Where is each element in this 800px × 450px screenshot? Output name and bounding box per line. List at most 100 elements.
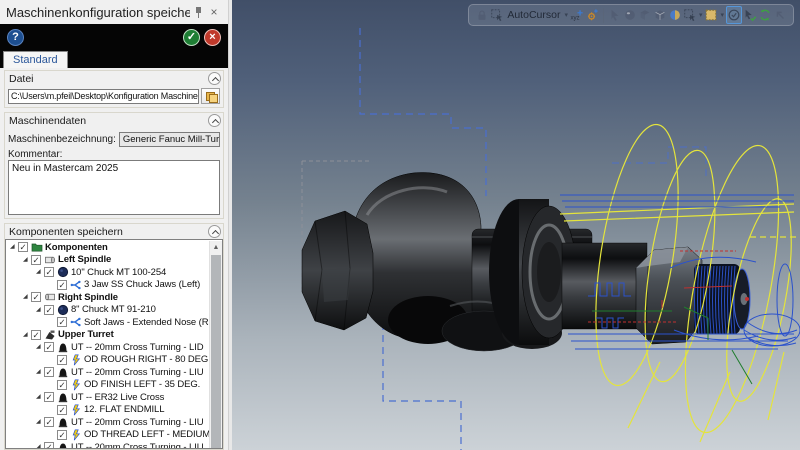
tree-item[interactable]: ✓ OD THREAD LEFT - MEDIUM [6, 429, 209, 442]
expander-icon[interactable]: ◢ [36, 269, 44, 275]
tool-icon [70, 429, 82, 441]
expander-icon[interactable]: ◢ [36, 307, 44, 313]
autocursor-selector[interactable] [490, 6, 504, 24]
tree-item[interactable]: ◢ ✓ 8" Chuck MT 91-210 [6, 304, 209, 317]
tool-icon [70, 354, 82, 366]
tree-item[interactable]: ✓ 12. FLAT ENDMILL [6, 404, 209, 417]
chevron-down-icon[interactable]: ▾ [563, 11, 569, 19]
tool-icon [70, 379, 82, 391]
jaws-icon [70, 279, 82, 291]
chevron-down-icon[interactable]: ▾ [698, 11, 704, 19]
tree-item[interactable]: ◢ ✓ Komponenten [6, 241, 209, 254]
tree-item[interactable]: ◢ ✓ 10" Chuck MT 100-254 [6, 266, 209, 279]
collapse-components-group-button[interactable] [208, 225, 221, 238]
tree-item[interactable]: ✓ OD ROUGH RIGHT - 80 DEG. [6, 354, 209, 367]
tree-checkbox[interactable]: ✓ [57, 354, 67, 365]
lock-icon[interactable] [475, 6, 489, 24]
tree-scrollbar[interactable]: ▲ [209, 241, 222, 448]
save-machine-config-panel: Maschinenkonfiguration speichern × ? ✓ ×… [0, 0, 228, 450]
select-body-icon[interactable] [653, 6, 667, 24]
tree-checkbox[interactable]: ✓ [44, 342, 54, 353]
browse-files-icon [205, 91, 218, 103]
tree-checkbox[interactable]: ✓ [44, 304, 54, 315]
toolbar-separator [602, 7, 604, 23]
chevron-down-icon[interactable]: ▾ [719, 11, 725, 19]
end-selection-icon[interactable] [743, 6, 757, 24]
collapse-file-group-button[interactable] [208, 72, 221, 85]
browse-button[interactable] [201, 88, 220, 104]
tree-checkbox[interactable]: ✓ [57, 429, 67, 440]
tree-checkbox[interactable]: ✓ [57, 404, 67, 415]
expander-icon[interactable]: ◢ [23, 332, 31, 338]
select-sphere-icon[interactable] [623, 6, 637, 24]
tree-checkbox[interactable]: ✓ [44, 367, 54, 378]
panel-title: Maschinenkonfiguration speichern [6, 4, 190, 20]
comment-label: Kommentar: [8, 148, 63, 160]
tree-checkbox[interactable]: ✓ [44, 442, 54, 448]
toolblock-icon [57, 391, 69, 403]
tree-checkbox[interactable]: ✓ [57, 279, 67, 290]
toolblock-icon [57, 441, 69, 448]
close-icon[interactable]: × [206, 4, 222, 20]
jaws-icon [70, 316, 82, 328]
file-group: Datei C:\Users\m.pfeil\Desktop\Konfigura… [4, 70, 224, 108]
tree-item[interactable]: ✓ 3 Jaw SS Chuck Jaws (Left) [6, 279, 209, 292]
tree-checkbox[interactable]: ✓ [31, 254, 41, 265]
tree-checkbox[interactable]: ✓ [18, 242, 28, 253]
scroll-up-icon[interactable]: ▲ [210, 241, 222, 254]
expander-icon[interactable]: ◢ [10, 244, 18, 250]
tree-item[interactable]: ◢ ✓ UT -- 20mm Cross Turning - LIU [6, 416, 209, 429]
comment-textarea[interactable]: Neu in Mastercam 2025 [8, 160, 220, 215]
spindle-left-icon [44, 254, 56, 266]
toolblock-icon [57, 366, 69, 378]
select-face-icon[interactable] [638, 6, 652, 24]
tree-item[interactable]: ◢ ✓ Upper Turret [6, 329, 209, 342]
clear-selection-icon[interactable] [773, 6, 787, 24]
expander-icon[interactable]: ◢ [36, 444, 44, 448]
help-button[interactable]: ? [7, 28, 24, 46]
components-group: Komponenten speichern ◢ ✓ Komponenten ◢ … [4, 223, 224, 450]
components-group-header: Komponenten speichern [5, 224, 223, 239]
select-validate-icon[interactable] [726, 6, 742, 24]
gear-add-icon[interactable] [585, 6, 599, 24]
tree-item[interactable]: ◢ ✓ Right Spindle [6, 291, 209, 304]
ok-button[interactable]: ✓ [183, 28, 200, 46]
tree-checkbox[interactable]: ✓ [44, 417, 54, 428]
scrollbar-thumb[interactable] [211, 255, 221, 448]
tab-standard[interactable]: Standard [3, 51, 68, 68]
tree-item[interactable]: ◢ ✓ UT -- 20mm Cross Turning - LIU [6, 366, 209, 379]
select-arrow-icon[interactable] [608, 6, 622, 24]
spindle-right-icon [44, 291, 56, 303]
expander-icon[interactable]: ◢ [36, 419, 44, 425]
machine-data-group-title: Maschinendaten [9, 114, 87, 127]
collapse-machine-group-button[interactable] [208, 114, 221, 127]
expander-icon[interactable]: ◢ [36, 369, 44, 375]
select-box-icon[interactable] [683, 6, 697, 24]
tree-item[interactable]: ◢ ✓ UT -- ER32 Live Cross [6, 391, 209, 404]
expander-icon[interactable]: ◢ [23, 257, 31, 263]
tree-checkbox[interactable]: ✓ [57, 379, 67, 390]
tree-checkbox[interactable]: ✓ [31, 329, 41, 340]
select-last-icon[interactable] [668, 6, 682, 24]
tree-checkbox[interactable]: ✓ [57, 317, 67, 328]
tree-item[interactable]: ✓ OD FINISH LEFT - 35 DEG. [6, 379, 209, 392]
tree-item[interactable]: ◢ ✓ Left Spindle [6, 254, 209, 267]
autocursor-label[interactable]: AutoCursor [505, 9, 562, 21]
tree-checkbox[interactable]: ✓ [44, 267, 54, 278]
config-path-field[interactable]: C:\Users\m.pfeil\Desktop\Konfiguration M… [8, 88, 199, 104]
cancel-button[interactable]: × [204, 28, 221, 46]
window-select-icon[interactable] [704, 6, 718, 24]
regenerate-icon[interactable] [758, 6, 772, 24]
tree-checkbox[interactable]: ✓ [31, 292, 41, 303]
tree-item[interactable]: ◢ ✓ UT -- 20mm Cross Turning - LIU [6, 441, 209, 448]
expander-icon[interactable]: ◢ [36, 394, 44, 400]
expander-icon[interactable]: ◢ [23, 294, 31, 300]
expander-icon[interactable]: ◢ [36, 344, 44, 350]
tree-item[interactable]: ✓ Soft Jaws - Extended Nose (Right) [6, 316, 209, 329]
toolblock-icon [57, 341, 69, 353]
graphics-viewport[interactable]: AutoCursor ▾ xyz ▾ ▾ [232, 0, 800, 450]
tree-checkbox[interactable]: ✓ [44, 392, 54, 403]
pin-icon[interactable] [190, 4, 206, 20]
tree-item[interactable]: ◢ ✓ UT -- 20mm Cross Turning - LID [6, 341, 209, 354]
xyz-entry-icon[interactable]: xyz [570, 6, 584, 24]
